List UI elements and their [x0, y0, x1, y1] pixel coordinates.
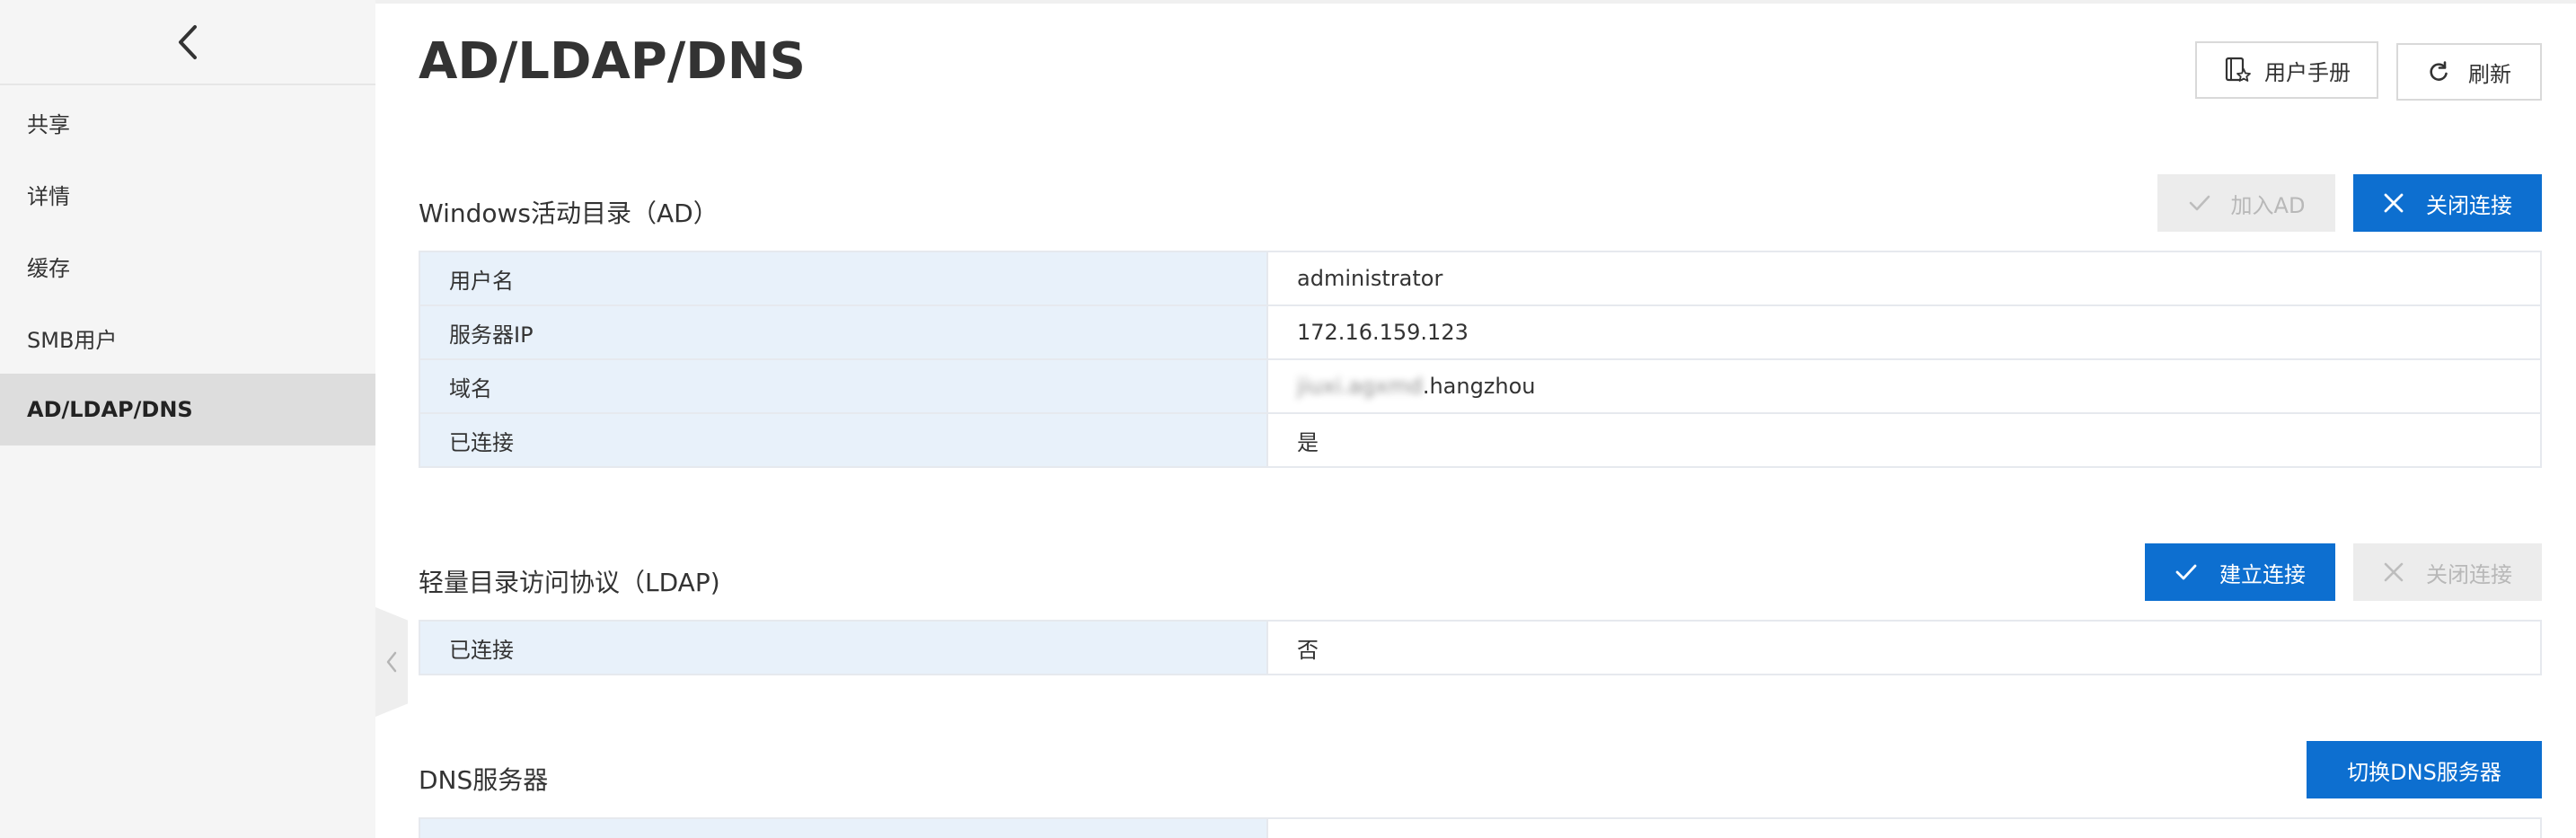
- sidebar-item-smb-users[interactable]: SMB用户: [0, 302, 375, 374]
- manual-icon: [2225, 57, 2251, 82]
- ad-server-ip-key: 服务器IP: [419, 304, 1268, 360]
- ldap-connected-value: 否: [1266, 620, 2542, 675]
- ad-username-value: administrator: [1266, 251, 2542, 306]
- ldap-section-title: 轻量目录访问协议（LDAP): [419, 568, 720, 597]
- ad-close-connection-label: 关闭连接: [2426, 192, 2512, 218]
- ad-username-key: 用户名: [419, 251, 1268, 306]
- sidebar-item-label: AD/LDAP/DNS: [27, 397, 193, 422]
- ad-connected-key: 已连接: [419, 412, 1268, 468]
- ad-server-ip-value: 172.16.159.123: [1266, 304, 2542, 360]
- sidebar: 共享 详情 缓存 SMB用户 AD/LDAP/DNS: [0, 0, 375, 838]
- check-icon: [2175, 564, 2197, 580]
- redacted-domain: jiuxi.agxmd: [1297, 374, 1423, 399]
- ad-domain-key: 域名: [419, 358, 1268, 414]
- sidebar-item-label: 详情: [27, 183, 70, 209]
- user-manual-label: 用户手册: [2264, 59, 2351, 85]
- ldap-connect-button[interactable]: 建立连接: [2145, 543, 2335, 601]
- ldap-connected-key: 已连接: [419, 620, 1268, 675]
- table-row: 服务器IP 172.16.159.123: [419, 304, 2542, 360]
- page-title: AD/LDAP/DNS: [419, 32, 806, 91]
- table-row: 用户名 administrator: [419, 251, 2542, 306]
- sidebar-item-ad-ldap-dns[interactable]: AD/LDAP/DNS: [0, 374, 375, 445]
- ldap-connect-label: 建立连接: [2219, 561, 2306, 587]
- table-row: 已连接 否: [419, 620, 2542, 675]
- ad-connected-value: 是: [1266, 412, 2542, 468]
- refresh-icon: [2430, 61, 2448, 81]
- switch-dns-button[interactable]: 切换DNS服务器: [2307, 741, 2542, 798]
- join-ad-label: 加入AD: [2230, 192, 2306, 218]
- ad-section-title: Windows活动目录（AD）: [419, 198, 719, 228]
- ldap-close-connection-button[interactable]: 关闭连接: [2353, 543, 2542, 601]
- dns-section-title: DNS服务器: [419, 765, 549, 795]
- chevron-left-icon: [179, 24, 197, 59]
- back-button[interactable]: [0, 0, 375, 85]
- sidebar-item-label: 共享: [27, 111, 70, 137]
- check-icon: [2189, 195, 2210, 211]
- sidebar-collapse-handle[interactable]: [375, 607, 408, 717]
- ad-info-table: 用户名 administrator 服务器IP 172.16.159.123 域…: [419, 251, 2542, 468]
- ldap-close-connection-label: 关闭连接: [2426, 561, 2512, 587]
- dns-info-table: [419, 817, 2542, 838]
- user-manual-button[interactable]: 用户手册: [2195, 41, 2378, 99]
- ad-close-connection-button[interactable]: 关闭连接: [2353, 174, 2542, 232]
- chevron-left-icon: [386, 651, 397, 673]
- sidebar-item-share[interactable]: 共享: [0, 86, 375, 158]
- refresh-label: 刷新: [2468, 61, 2511, 87]
- close-icon: [2384, 562, 2404, 582]
- ad-domain-value: jiuxi.agxmd.hangzhou: [1266, 358, 2542, 414]
- close-icon: [2384, 193, 2404, 213]
- dns-key-cell: [420, 819, 1268, 838]
- sidebar-item-label: SMB用户: [27, 327, 118, 353]
- ldap-info-table: 已连接 否: [419, 620, 2542, 675]
- table-row: 域名 jiuxi.agxmd.hangzhou: [419, 358, 2542, 414]
- top-divider: [0, 0, 2576, 4]
- switch-dns-label: 切换DNS服务器: [2347, 759, 2501, 785]
- join-ad-button[interactable]: 加入AD: [2157, 174, 2335, 232]
- ad-domain-suffix: .hangzhou: [1422, 374, 1536, 399]
- table-row: 已连接 是: [419, 412, 2542, 468]
- sidebar-item-cache[interactable]: 缓存: [0, 230, 375, 302]
- sidebar-item-label: 缓存: [27, 255, 70, 281]
- sidebar-item-details[interactable]: 详情: [0, 158, 375, 230]
- refresh-button[interactable]: 刷新: [2396, 43, 2542, 101]
